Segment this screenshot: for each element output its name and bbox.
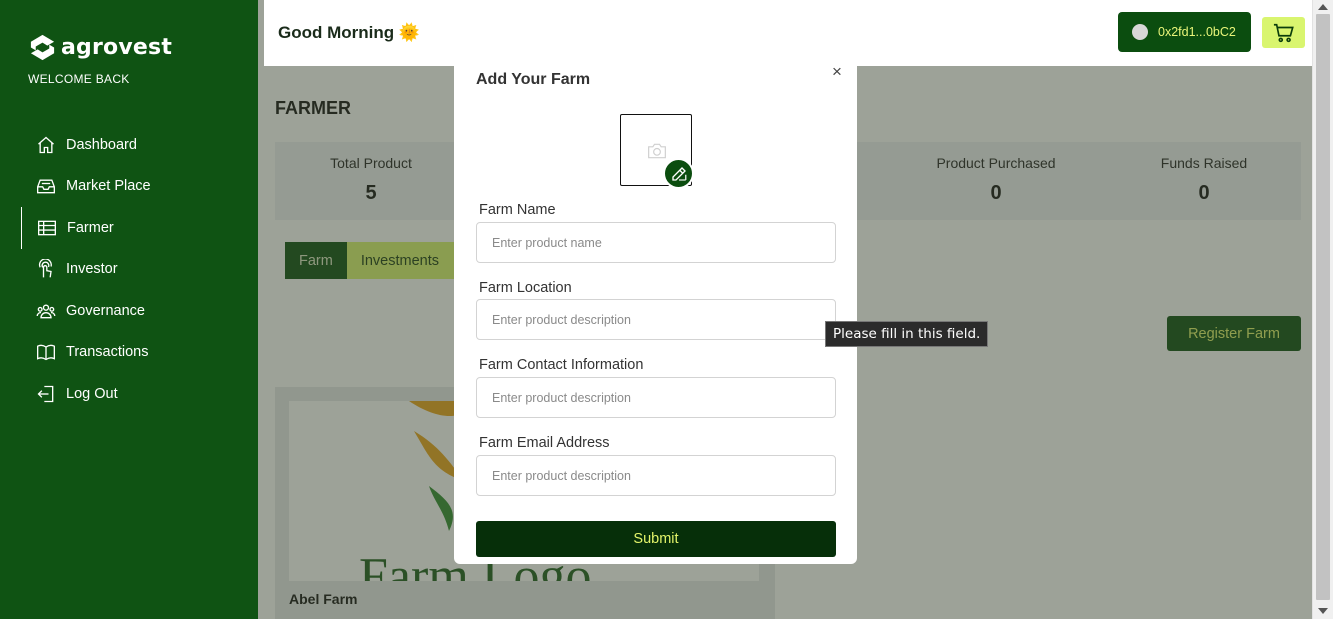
greeting: Good Morning 🌞 xyxy=(278,23,421,42)
users-icon xyxy=(36,304,56,319)
close-icon[interactable]: × xyxy=(832,62,842,82)
sidebar-item-farmer[interactable]: Farmer xyxy=(21,207,258,249)
farm-email-label: Farm Email Address xyxy=(479,435,610,451)
sidebar-item-label: Farmer xyxy=(67,219,114,236)
modal-backdrop-strip xyxy=(258,0,264,66)
top-bar: Good Morning 🌞 0x2fd1...0bC2 xyxy=(264,0,1312,66)
sidebar-item-label: Investor xyxy=(66,261,118,278)
sidebar: agrovest WELCOME BACK Dashboard Market P… xyxy=(0,0,258,619)
sidebar-item-label: Dashboard xyxy=(66,136,137,153)
sidebar-item-dashboard[interactable]: Dashboard xyxy=(21,124,258,166)
brand-name: agrovest xyxy=(61,35,173,60)
cart-icon xyxy=(1273,23,1294,42)
scroll-down-arrow-icon[interactable] xyxy=(1318,608,1328,614)
scroll-thumb[interactable] xyxy=(1316,14,1330,600)
farm-contact-label: Farm Contact Information xyxy=(479,357,644,373)
add-farm-modal: Add Your Farm × Farm Name Farm Location … xyxy=(454,58,857,564)
agrovest-logo-icon xyxy=(30,34,55,61)
book-icon xyxy=(37,344,55,361)
wallet-address: 0x2fd1...0bC2 xyxy=(1158,25,1236,39)
inbox-icon xyxy=(37,179,55,194)
sidebar-nav: Dashboard Market Place Farmer Investor G… xyxy=(21,124,258,415)
edit-image-button[interactable] xyxy=(663,158,694,189)
validation-tooltip: Please fill in this field. xyxy=(825,321,989,347)
farm-location-input[interactable] xyxy=(476,299,836,340)
sidebar-item-label: Governance xyxy=(66,302,145,319)
modal-title: Add Your Farm xyxy=(476,71,591,88)
table-icon xyxy=(38,220,56,236)
logout-icon xyxy=(37,385,54,402)
farm-contact-input[interactable] xyxy=(476,377,836,418)
farm-email-input[interactable] xyxy=(476,455,836,496)
camera-icon xyxy=(648,143,666,159)
pencil-icon xyxy=(671,166,686,181)
wallet-button[interactable]: 0x2fd1...0bC2 xyxy=(1118,12,1251,52)
cart-button[interactable] xyxy=(1262,17,1305,48)
sidebar-item-label: Transactions xyxy=(66,344,149,361)
page-scrollbar[interactable] xyxy=(1312,0,1333,619)
pointer-icon xyxy=(38,259,52,278)
submit-button[interactable]: Submit xyxy=(476,521,836,557)
brand[interactable]: agrovest xyxy=(28,33,172,62)
welcome-text: WELCOME BACK xyxy=(28,72,130,86)
sidebar-item-governance[interactable]: Governance xyxy=(21,290,258,332)
farm-image-upload[interactable] xyxy=(620,114,694,189)
sidebar-item-market-place[interactable]: Market Place xyxy=(21,166,258,208)
sidebar-item-log-out[interactable]: Log Out xyxy=(21,373,258,415)
farm-name-label: Farm Name xyxy=(479,202,556,218)
sidebar-item-transactions[interactable]: Transactions xyxy=(21,332,258,374)
sidebar-item-investor[interactable]: Investor xyxy=(21,249,258,291)
farm-name-input[interactable] xyxy=(476,222,836,263)
sidebar-item-label: Market Place xyxy=(66,178,151,195)
wallet-avatar xyxy=(1132,24,1148,40)
home-icon xyxy=(38,136,54,153)
sidebar-item-label: Log Out xyxy=(66,385,118,402)
scroll-up-arrow-icon[interactable] xyxy=(1318,4,1328,10)
farm-location-label: Farm Location xyxy=(479,280,572,296)
